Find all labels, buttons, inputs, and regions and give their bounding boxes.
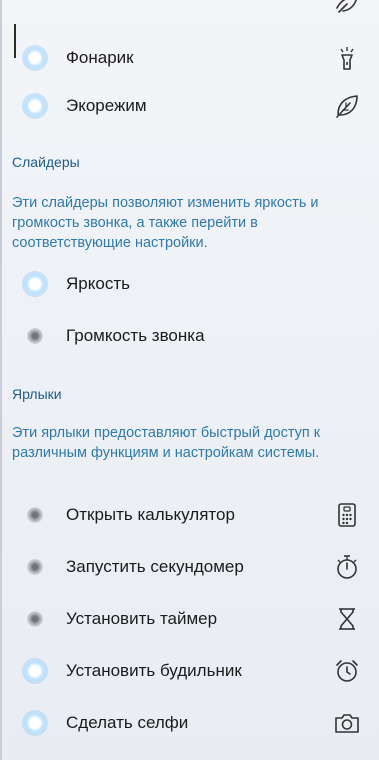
section-description-sliders: Эти слайдеры позволяют изменить яркость … (12, 195, 319, 251)
slider-indicator (22, 271, 48, 297)
shortcut-label: Сделать селфи (66, 713, 189, 732)
calculator-icon[interactable] (333, 501, 361, 529)
stopwatch-icon[interactable] (333, 553, 361, 581)
shortcut-indicator (27, 611, 43, 627)
slider-label: Громкость звонка (66, 326, 205, 345)
flashlight-icon[interactable] (333, 44, 361, 72)
section-title-shortcuts: Ярлыки (12, 386, 62, 402)
toggle-label: Экорежим (66, 96, 147, 115)
slider-ring-volume[interactable]: Громкость звонка (0, 314, 379, 358)
shortcut-selfie[interactable]: Сделать селфи (0, 701, 379, 745)
partial-leaf-icon (333, 0, 361, 18)
toggle-label: Фонарик (66, 48, 134, 67)
shortcut-indicator (27, 559, 43, 575)
leaf-icon[interactable] (333, 92, 361, 120)
slider-brightness[interactable]: Яркость (0, 262, 379, 306)
shortcut-indicator (22, 710, 48, 736)
shortcut-alarm[interactable]: Установить будильник (0, 649, 379, 693)
toggle-eco-mode[interactable]: Экорежим (0, 84, 379, 128)
shortcut-indicator (27, 507, 43, 523)
shortcut-calculator[interactable]: Открыть калькулятор (0, 493, 379, 537)
shortcut-label: Открыть калькулятор (66, 505, 235, 524)
slider-indicator (27, 328, 43, 344)
slider-label: Яркость (66, 274, 130, 293)
hourglass-icon[interactable] (333, 605, 361, 633)
section-description-shortcuts: Эти ярлыки предоставляют быстрый доступ … (12, 425, 321, 461)
shortcut-stopwatch[interactable]: Запустить секундомер (0, 545, 379, 589)
shortcut-label: Запустить секундомер (66, 557, 244, 576)
section-title-sliders: Слайдеры (12, 154, 80, 170)
shortcut-timer[interactable]: Установить таймер (0, 597, 379, 641)
toggle-indicator (22, 45, 48, 71)
shortcut-indicator (22, 658, 48, 684)
alarm-clock-icon[interactable] (333, 657, 361, 685)
toggle-flashlight[interactable]: Фонарик (0, 36, 379, 80)
camera-icon[interactable] (333, 709, 361, 737)
shortcut-label: Установить таймер (66, 609, 218, 628)
toggle-indicator (22, 93, 48, 119)
shortcut-label: Установить будильник (66, 661, 242, 680)
